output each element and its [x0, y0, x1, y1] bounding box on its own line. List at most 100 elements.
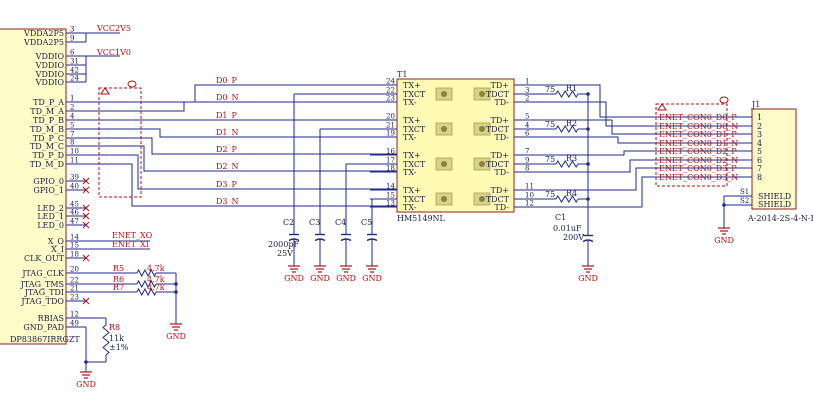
- t1-pin-number: 18: [386, 165, 395, 173]
- r8-value: 11k: [109, 334, 124, 343]
- phy-pin-number: 8: [70, 139, 74, 147]
- phy-pin-number: 24: [70, 75, 79, 83]
- t1-pin-number: 11: [525, 183, 534, 191]
- phy-pin-number: 10: [70, 148, 79, 156]
- phy-pin-number: 5: [70, 122, 74, 130]
- warning-icon: [657, 103, 667, 111]
- resistor-ref: R7: [113, 283, 124, 292]
- net-label-xi: ENET_XI: [112, 240, 149, 249]
- phy-pin-number: 49: [70, 320, 79, 328]
- td-net-label: D1_N: [216, 128, 239, 137]
- phy-pin-number: 3: [70, 26, 74, 34]
- phy-pin-number: 23: [70, 294, 79, 302]
- t1-pin-name: TD-: [494, 168, 509, 177]
- coil-core: [479, 161, 485, 167]
- coil-core: [441, 126, 447, 132]
- capacitor-ref: C5: [361, 218, 372, 227]
- td-wire: [86, 128, 397, 138]
- junction-dot: [174, 290, 178, 294]
- td-net-label: D1_P: [216, 111, 238, 120]
- t1-pin-name: TD-: [494, 203, 509, 212]
- r8-ref: R8: [109, 323, 120, 332]
- resistor-ref: R1: [566, 84, 577, 93]
- phy-pin-number: 40: [70, 183, 79, 191]
- phy-pin-name: RBIAS: [38, 314, 64, 323]
- phy-pin-number: 21: [70, 285, 79, 293]
- t1-pin-name: TX+: [403, 186, 421, 195]
- shield-pin-number: S2: [740, 197, 749, 205]
- phy-pin-name: VDDA2P5: [23, 38, 64, 47]
- phy-pin-number: 22: [70, 277, 79, 285]
- phy-part-name: DP83867IRRGZT: [10, 335, 80, 344]
- t1-pin-number: 24: [386, 78, 395, 86]
- connector-ref: J1: [751, 100, 760, 109]
- t1-pin-name: TX+: [403, 151, 421, 160]
- capacitor-ref: C3: [309, 218, 320, 227]
- ground-label: GND: [336, 274, 356, 283]
- td-net-label: D0_P: [216, 76, 238, 85]
- phy-pin-number: 15: [70, 242, 79, 250]
- phy-pin-name: TD_P_A: [33, 98, 64, 107]
- warning-icon: [100, 87, 110, 95]
- coil-core: [441, 161, 447, 167]
- td-wire: [86, 154, 397, 190]
- phy-pin-name: GND_PAD: [23, 323, 64, 332]
- ground-label: GND: [284, 274, 304, 283]
- t1-pin-number: 2: [525, 95, 529, 103]
- t1-pin-name: TX+: [403, 81, 421, 90]
- connector-pin-number: 7: [757, 164, 762, 173]
- t1-pin-number: 6: [525, 130, 530, 138]
- phy-pin-name: VDDA2P5: [23, 29, 64, 38]
- t1-pin-number: 22: [386, 87, 395, 95]
- t1-pin-number: 9: [525, 157, 529, 165]
- connector-net-label: ENET_CON0_D3_P: [659, 164, 737, 173]
- t1-pin-number: 1: [525, 78, 529, 86]
- phy-pin-name: TD_P_D: [32, 151, 64, 160]
- td-wire: [86, 163, 397, 207]
- phy-pin-number: 45: [70, 201, 79, 209]
- t1-pin-name: TD-: [494, 98, 509, 107]
- connector-part: A-2014-2S-4-N-R: [747, 214, 813, 223]
- c1-ref: C1: [555, 213, 566, 222]
- td-net-label: D3_P: [216, 180, 238, 189]
- phy-pin-number: 2: [70, 104, 74, 112]
- t1-pin-name: TX-: [403, 98, 417, 107]
- ground-label: GND: [362, 274, 382, 283]
- phy-pin-number: 47: [70, 218, 79, 226]
- resistor-value: 4.7k: [147, 264, 165, 273]
- ground-label: GND: [310, 274, 330, 283]
- junction-dot: [84, 360, 88, 364]
- connector-pin-number: 8: [757, 173, 762, 182]
- t1-pin-number: 17: [386, 157, 395, 165]
- t1-pin-number: 23: [386, 95, 395, 103]
- t1-pin-name: TD-: [494, 133, 509, 142]
- connector-net-label: ENET_CON0_D3_N: [659, 173, 738, 182]
- junction-dot: [586, 197, 590, 201]
- phy-pin-number: 31: [70, 58, 79, 66]
- connector-net-label: ENET_CON0_D0_P: [659, 113, 737, 122]
- phy-pin-number: 46: [70, 209, 79, 217]
- phy-pin-number: 12: [70, 311, 79, 319]
- phy-pin-name: VDDIO: [35, 61, 65, 70]
- transformer-part: HM5149NL: [397, 214, 446, 223]
- t1-pin-name: TD+: [491, 81, 509, 90]
- phy-pin-number: 9: [70, 35, 74, 43]
- t1-pin-name: TX-: [403, 203, 417, 212]
- t1-pin-number: 5: [525, 113, 529, 121]
- coil-core: [479, 91, 485, 97]
- junction-dot: [586, 127, 590, 131]
- resistor-ref: R5: [113, 264, 124, 273]
- ground-label: GND: [578, 274, 598, 283]
- r8-tol: ±1%: [109, 343, 129, 352]
- ground-label: GND: [166, 332, 186, 341]
- td-wire: [86, 101, 397, 112]
- phy-pin-name: TD_M_C: [30, 142, 64, 151]
- phy-pin-name: LED_1: [37, 212, 64, 221]
- junction-dot: [586, 92, 590, 96]
- junction-dot: [722, 203, 726, 207]
- td-net-label: D2_N: [216, 162, 239, 171]
- t1-pin-number: 12: [525, 200, 534, 208]
- td-net-label: D3_N: [216, 197, 239, 206]
- phy-pin-number: 6: [70, 49, 75, 57]
- t1-pin-name: TD+: [491, 186, 509, 195]
